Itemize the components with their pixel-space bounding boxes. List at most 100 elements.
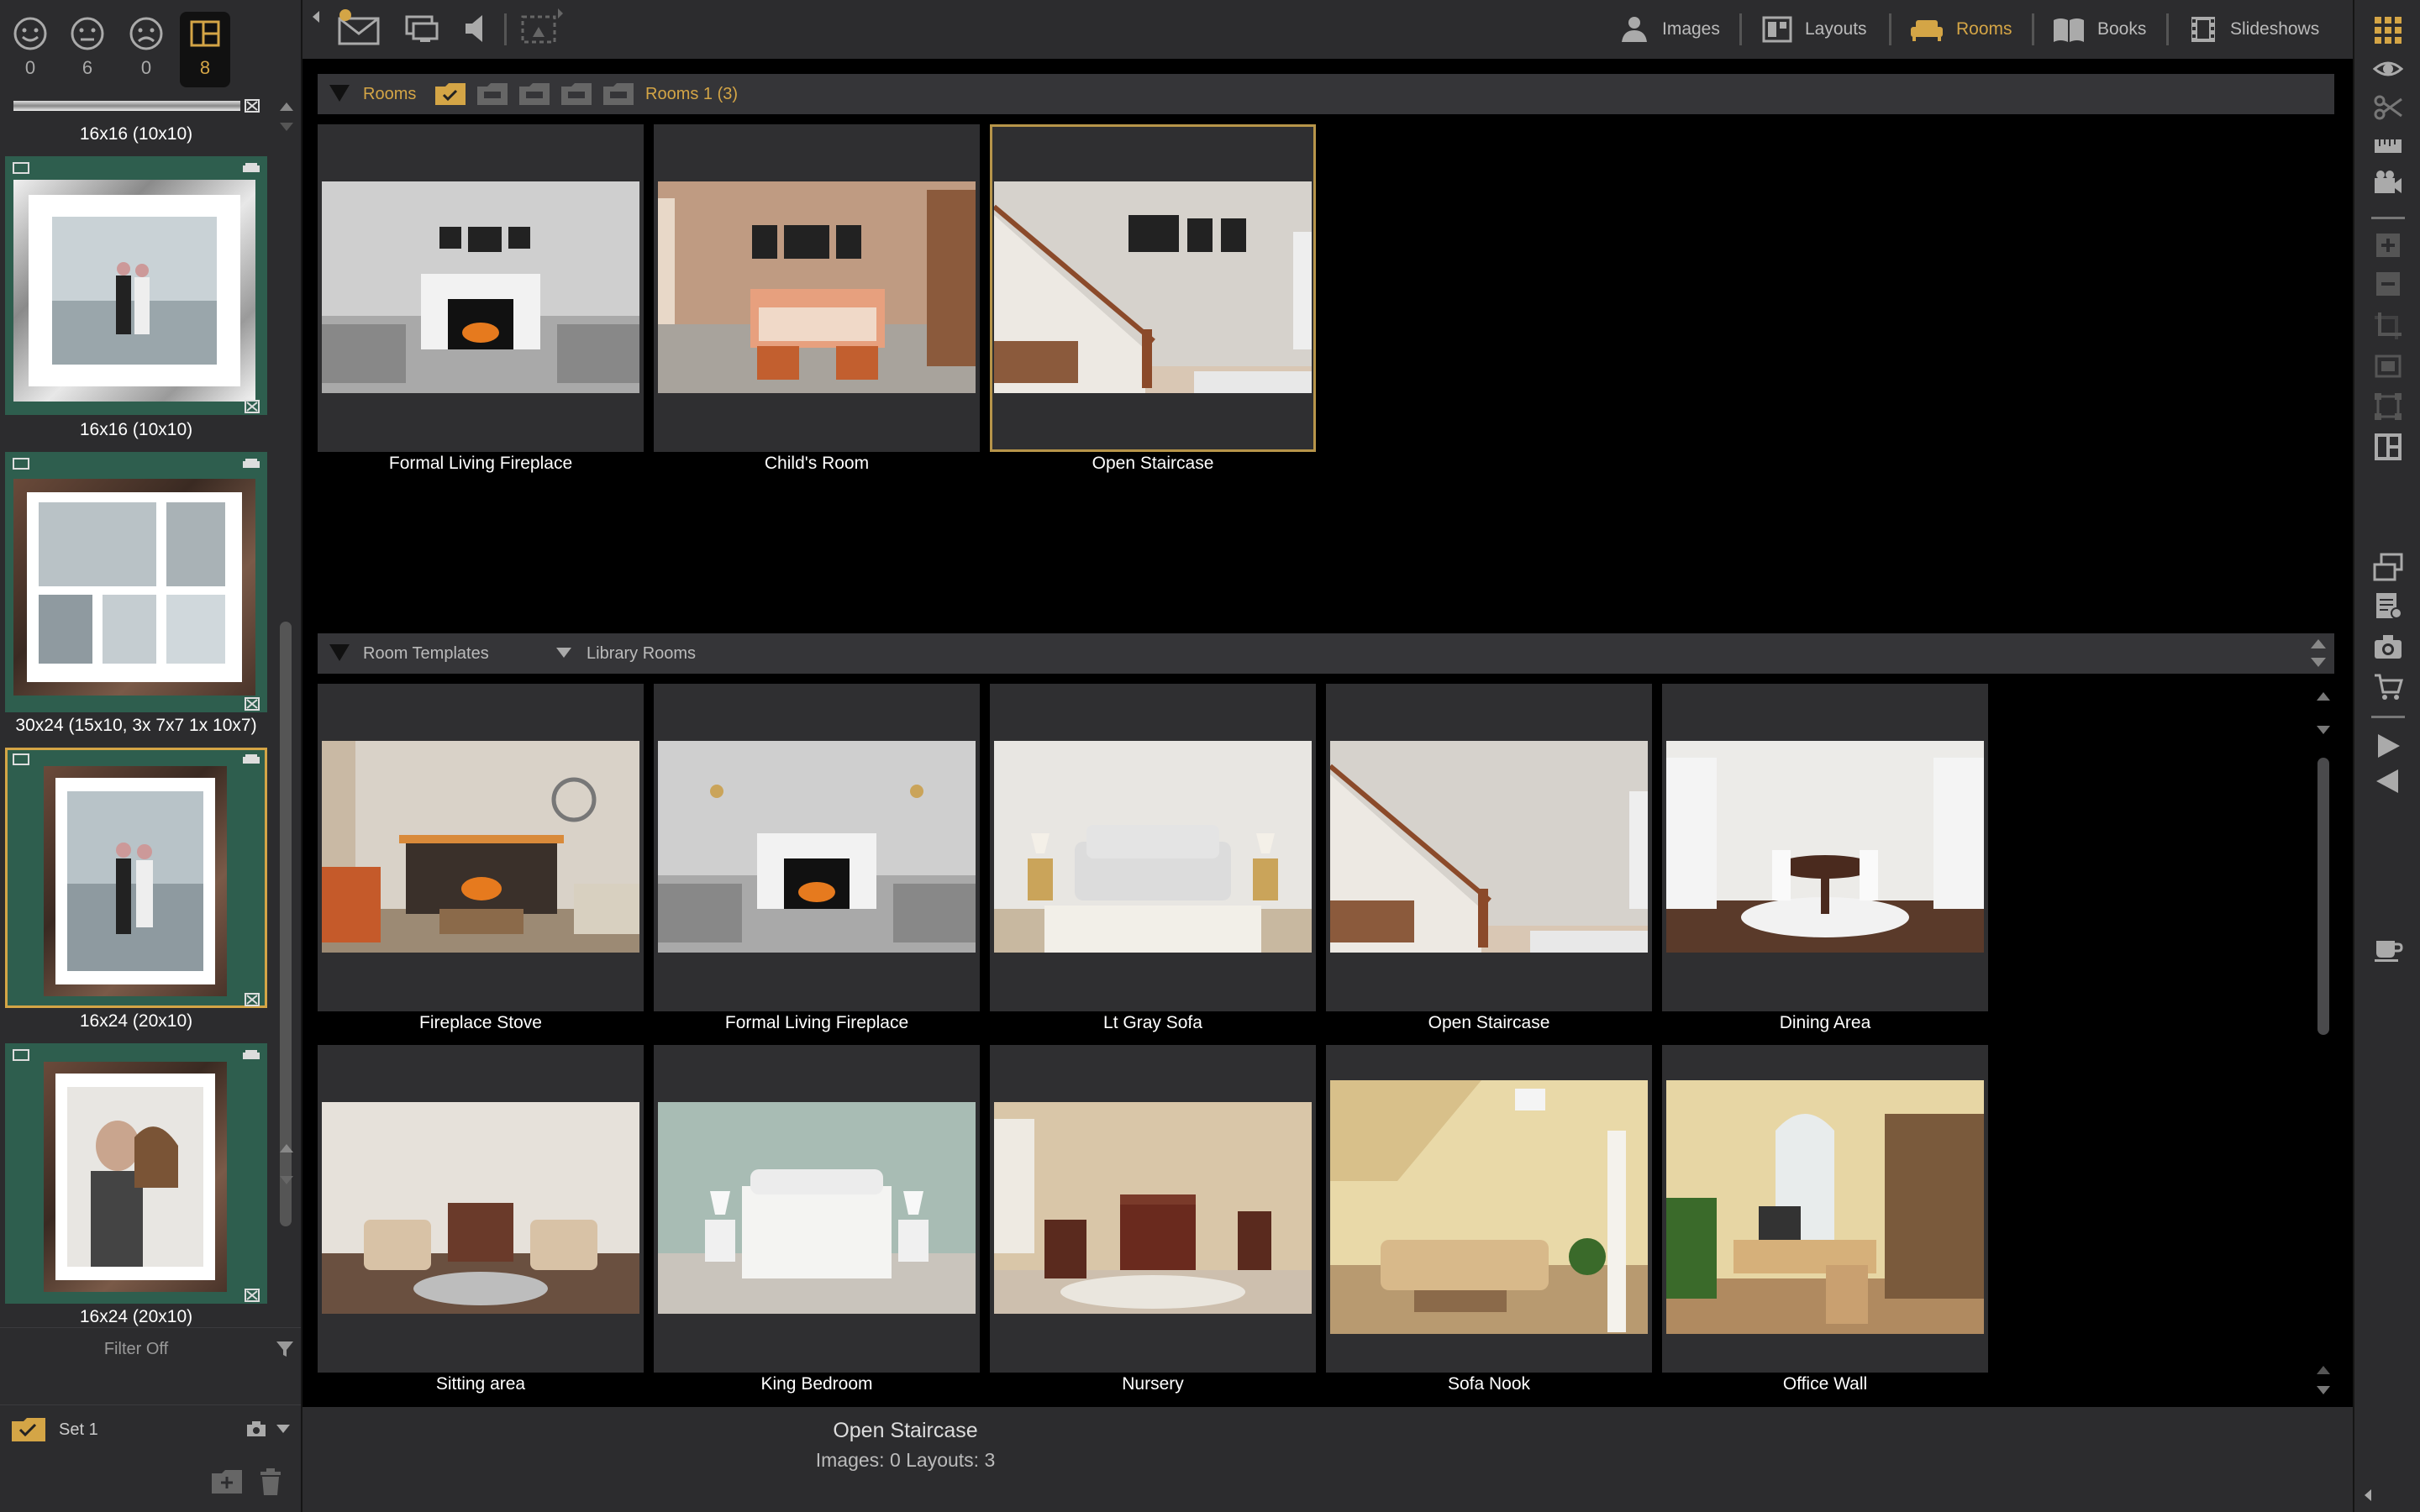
couple-photo xyxy=(67,791,203,971)
tab-layouts[interactable]: Layouts xyxy=(1761,0,1867,59)
eye-icon[interactable] xyxy=(2373,54,2403,84)
layout-thumbnail[interactable]: 16x24 (20x10) xyxy=(5,1043,267,1327)
remove-icon[interactable] xyxy=(244,993,262,1006)
rooms-set-label: Rooms 1 (3) xyxy=(645,85,739,103)
toolbar-separator xyxy=(2371,217,2405,219)
scroll-down-icon[interactable] xyxy=(2312,721,2334,738)
remove-icon[interactable] xyxy=(2373,269,2403,299)
scroll-down-icon[interactable] xyxy=(274,116,299,136)
add-folder-icon[interactable] xyxy=(210,1468,244,1495)
print-layout-icon[interactable] xyxy=(2373,553,2403,583)
camera-icon[interactable] xyxy=(2373,632,2403,662)
rating-happy[interactable]: 0 xyxy=(5,12,55,87)
rooms-workspace: Rooms Rooms 1 (3) Formal Living Fireplac… xyxy=(302,59,2353,1407)
thumbnail-scrollbar[interactable] xyxy=(274,92,299,1327)
layout-thumbnail[interactable]: 16x24 (20x10) xyxy=(5,748,267,1043)
scroll-down-icon[interactable] xyxy=(2309,655,2328,670)
tab-slideshows[interactable]: Slideshows xyxy=(2188,0,2319,59)
speaker-icon[interactable] xyxy=(460,12,491,45)
transform-icon[interactable] xyxy=(2373,391,2403,422)
rooms-section-header[interactable]: Rooms Rooms 1 (3) xyxy=(318,74,2334,114)
play-icon[interactable] xyxy=(2373,731,2403,761)
scroll-thumb[interactable] xyxy=(280,622,292,1226)
room-template-card[interactable] xyxy=(1662,684,1988,1011)
scroll-down-icon[interactable] xyxy=(274,1169,299,1189)
scissors-icon[interactable] xyxy=(2373,92,2403,123)
template-preview-king-bedroom xyxy=(658,1102,976,1314)
set-selector[interactable]: Set 1 xyxy=(0,1404,301,1452)
room-set-icon[interactable] xyxy=(560,81,593,107)
crop-icon[interactable] xyxy=(2373,311,2403,341)
person-icon xyxy=(1622,17,1647,42)
room-template-card[interactable] xyxy=(1326,1045,1652,1373)
layout-size-label: 16x16 (10x10) xyxy=(79,420,193,439)
email-icon[interactable] xyxy=(336,8,383,45)
reverse-play-icon[interactable] xyxy=(2373,766,2403,796)
room-template-card[interactable] xyxy=(654,684,980,1011)
room-card[interactable] xyxy=(318,124,644,452)
room-template-card[interactable] xyxy=(318,1045,644,1373)
templates-scrollbar[interactable] xyxy=(2312,687,2334,1401)
layout-thumbnail[interactable]: 16x16 (10x10) xyxy=(5,156,267,450)
collapse-triangle-icon[interactable] xyxy=(329,85,350,102)
scroll-thumb[interactable] xyxy=(2317,758,2329,1035)
toolbar-separator xyxy=(2032,13,2034,45)
collapse-arrow-icon[interactable] xyxy=(309,8,323,25)
add-icon[interactable] xyxy=(2373,230,2403,260)
library-rooms-dropdown[interactable]: Library Rooms xyxy=(587,644,696,664)
template-preview-nursery xyxy=(994,1102,1312,1314)
toolbar-separator xyxy=(504,13,507,45)
chevron-down-icon[interactable] xyxy=(274,1420,292,1438)
collapse-arrow-icon[interactable] xyxy=(2361,1487,2375,1504)
tab-books[interactable]: Books xyxy=(2052,0,2146,59)
film-icon xyxy=(2191,17,2215,42)
filter-status[interactable]: Filter Off xyxy=(0,1340,272,1359)
camera-icon[interactable] xyxy=(245,1420,267,1438)
remove-icon[interactable] xyxy=(244,697,262,711)
rating-layouts[interactable]: 8 xyxy=(180,12,230,87)
scroll-up-icon[interactable] xyxy=(274,96,299,116)
grid-view-icon[interactable] xyxy=(2373,15,2403,45)
scroll-up-icon[interactable] xyxy=(2309,637,2328,652)
tab-rooms[interactable]: Rooms xyxy=(1909,0,2012,59)
room-template-card[interactable] xyxy=(318,684,644,1011)
remove-icon[interactable] xyxy=(244,1289,262,1302)
tab-images[interactable]: Images xyxy=(1618,0,1720,59)
rating-neutral[interactable]: 6 xyxy=(62,12,113,87)
room-set-icon[interactable] xyxy=(602,81,635,107)
templates-section-header[interactable]: Room Templates Library Rooms xyxy=(318,633,2334,674)
ruler-icon[interactable] xyxy=(2373,131,2403,161)
room-card[interactable] xyxy=(990,124,1316,452)
rating-sad[interactable]: 0 xyxy=(121,12,171,87)
room-set-icon[interactable] xyxy=(518,81,551,107)
room-template-card[interactable] xyxy=(990,684,1316,1011)
scroll-up-icon[interactable] xyxy=(274,1137,299,1158)
crop-frame-icon[interactable] xyxy=(518,7,565,49)
coffee-cup-icon[interactable] xyxy=(2373,932,2403,963)
sofa-icon xyxy=(243,163,260,172)
room-template-card[interactable] xyxy=(654,1045,980,1373)
scroll-down-icon[interactable] xyxy=(2312,1381,2334,1398)
layout-thumbnail[interactable]: 30x24 (15x10, 3x 7x7 1x 10x7) xyxy=(5,452,267,748)
chevron-down-icon[interactable] xyxy=(555,646,573,661)
collapse-triangle-icon[interactable] xyxy=(329,644,350,661)
display-icon[interactable] xyxy=(403,12,440,45)
layout-thumbnail[interactable]: 16x16 (10x10) xyxy=(5,92,267,151)
room-template-card[interactable] xyxy=(1662,1045,1988,1373)
filter-icon[interactable] xyxy=(274,1338,296,1360)
scroll-up-icon[interactable] xyxy=(2312,1361,2334,1378)
room-set-icon[interactable] xyxy=(476,81,509,107)
trash-icon[interactable] xyxy=(257,1467,284,1497)
cart-icon[interactable] xyxy=(2373,672,2403,702)
room-card[interactable] xyxy=(654,124,980,452)
invoice-icon[interactable] xyxy=(2373,591,2403,622)
layout-template-icon[interactable] xyxy=(2373,432,2403,462)
remove-icon[interactable] xyxy=(244,99,262,113)
room-template-card[interactable] xyxy=(1326,684,1652,1011)
frame-resize-icon[interactable] xyxy=(2373,351,2403,381)
remove-icon[interactable] xyxy=(244,400,262,413)
room-set-active-icon[interactable] xyxy=(434,81,467,107)
video-camera-icon[interactable] xyxy=(2373,168,2403,198)
scroll-up-icon[interactable] xyxy=(2312,687,2334,704)
room-template-card[interactable] xyxy=(990,1045,1316,1373)
